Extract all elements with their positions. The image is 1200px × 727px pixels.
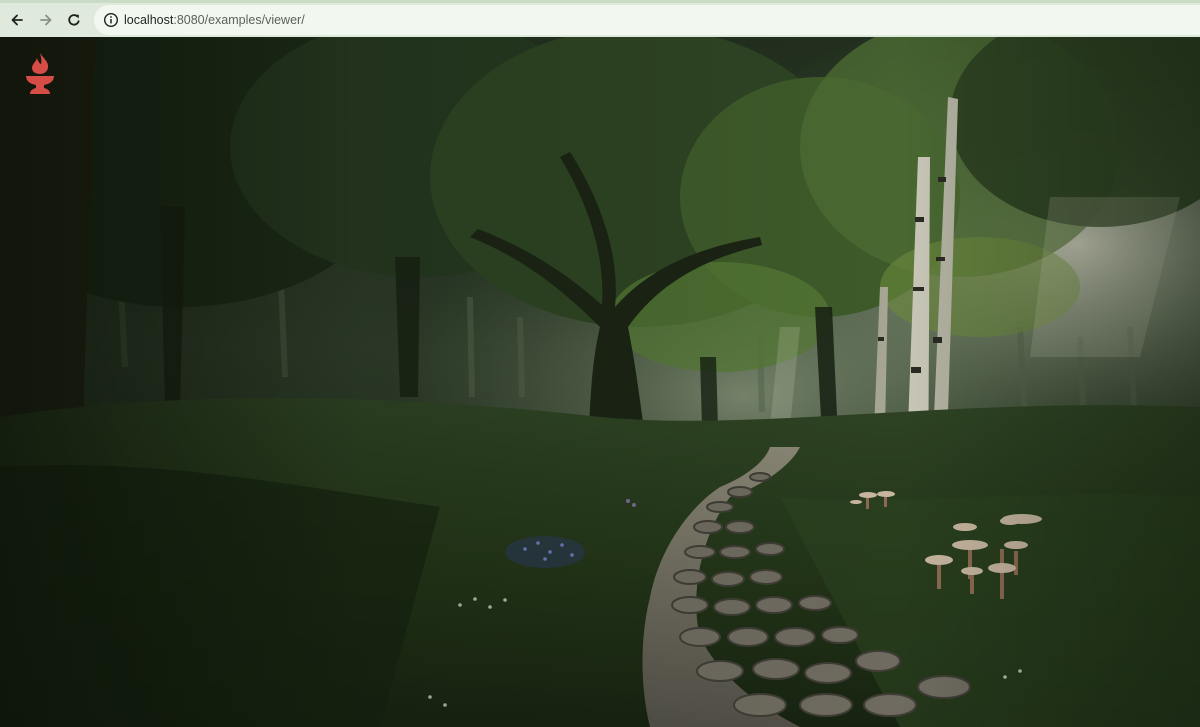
info-icon	[103, 12, 119, 28]
flame-torch-icon[interactable]	[20, 51, 60, 97]
address-bar[interactable]: localhost:8080/examples/viewer/	[94, 5, 1200, 35]
site-info-button[interactable]	[100, 9, 122, 31]
url-text: localhost:8080/examples/viewer/	[124, 13, 305, 27]
reload-button[interactable]	[62, 8, 86, 32]
arrow-right-icon	[40, 14, 52, 26]
back-button[interactable]	[5, 8, 29, 32]
panorama-image[interactable]	[0, 37, 1200, 727]
url-host: localhost	[124, 13, 174, 27]
panorama-viewer[interactable]	[0, 37, 1200, 727]
arrow-left-icon	[11, 14, 23, 26]
browser-toolbar: localhost:8080/examples/viewer/	[0, 0, 1200, 37]
forward-button[interactable]	[34, 8, 58, 32]
url-path: :8080/examples/viewer/	[173, 13, 305, 27]
reload-icon	[68, 14, 80, 26]
